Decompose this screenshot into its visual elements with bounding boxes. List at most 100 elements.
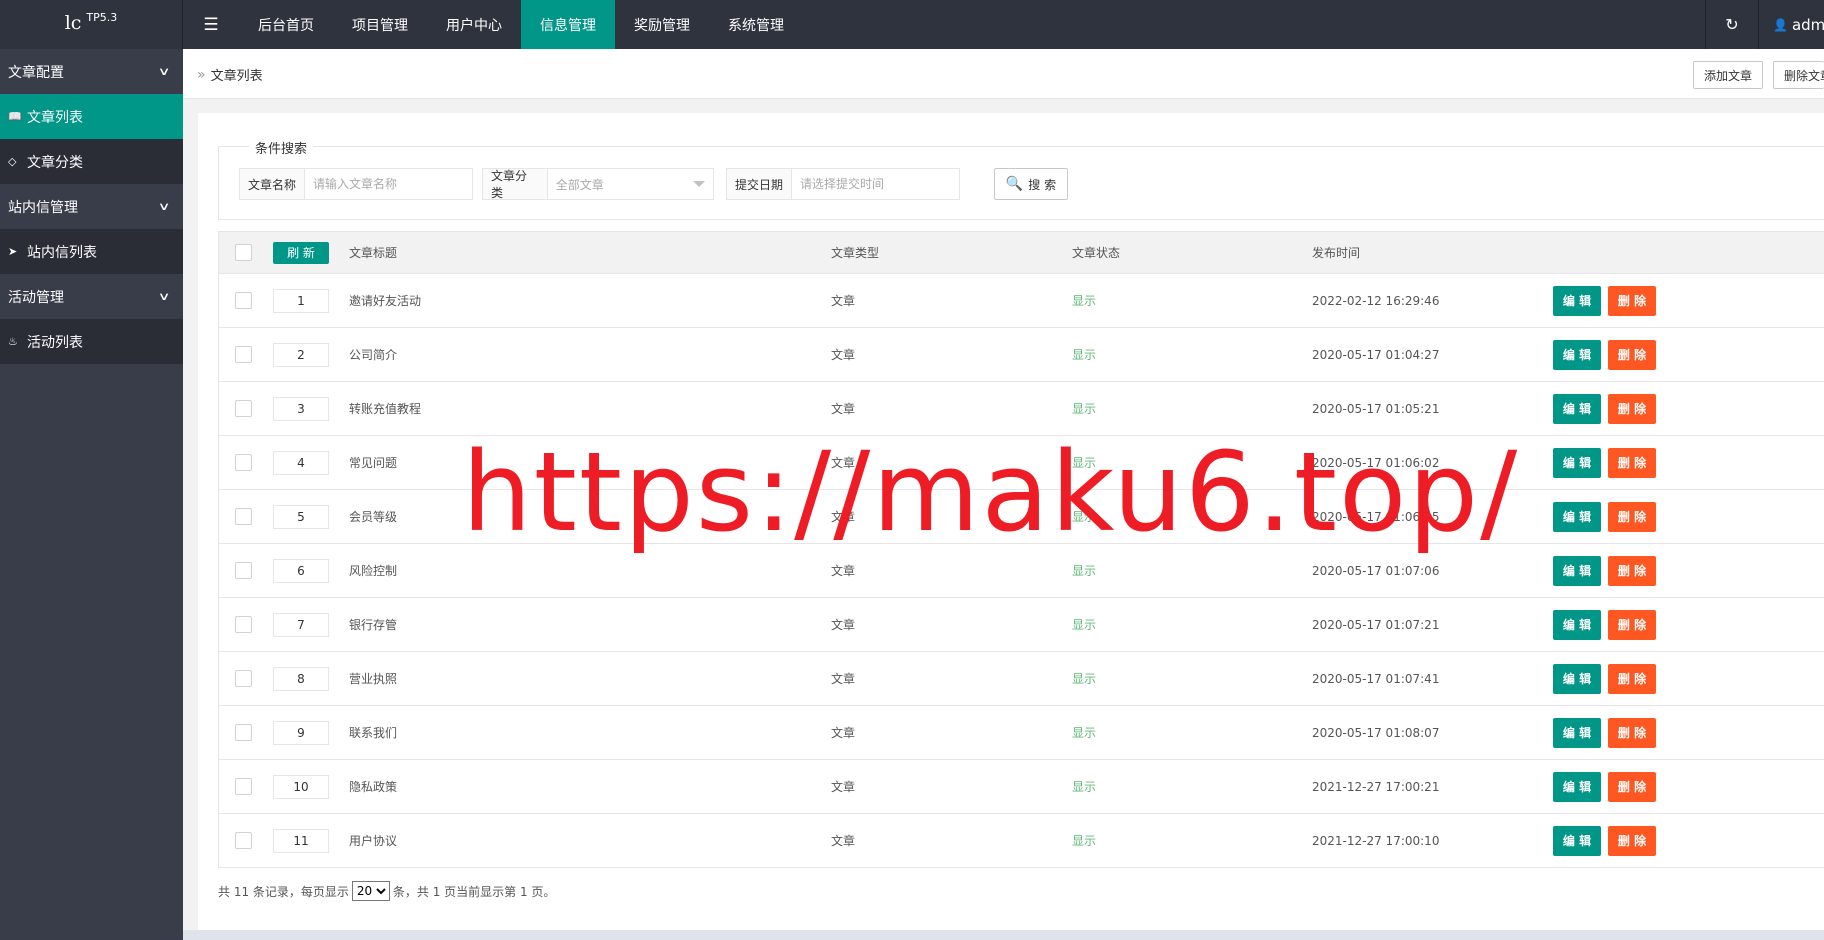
search-legend: 条件搜索 xyxy=(249,138,314,157)
delete-button[interactable]: 删 除 xyxy=(1608,285,1656,316)
edit-button[interactable]: 编 辑 xyxy=(1553,663,1601,694)
sort-order-input[interactable]: 8 xyxy=(273,666,329,691)
tag-icon: ◇ xyxy=(8,155,17,168)
delete-button[interactable]: 删 除 xyxy=(1608,555,1656,586)
nav-item-info[interactable]: 信息管理 xyxy=(521,0,615,49)
add-article-button[interactable]: 添加文章 xyxy=(1693,61,1763,89)
row-checkbox[interactable] xyxy=(235,670,252,687)
table-row: 3 转账充值教程 文章 显示 2020-05-17 01:05:21 编 辑删 除 xyxy=(219,382,1824,436)
row-checkbox[interactable] xyxy=(235,292,252,309)
edit-button[interactable]: 编 辑 xyxy=(1553,717,1601,748)
user-menu[interactable]: 👤 admin xyxy=(1758,0,1824,49)
sort-order-input[interactable]: 6 xyxy=(273,558,329,583)
top-right-tools: ↻ 👤 admin xyxy=(1705,0,1824,49)
sort-order-input[interactable]: 1 xyxy=(273,288,329,313)
submit-date-input[interactable] xyxy=(792,169,959,199)
row-checkbox[interactable] xyxy=(235,508,252,525)
row-checkbox[interactable] xyxy=(235,346,252,363)
sort-order-input[interactable]: 7 xyxy=(273,612,329,637)
publish-time: 2020-05-17 01:08:07 xyxy=(1312,725,1440,740)
article-type: 文章 xyxy=(831,726,856,740)
sidebar-item-article-list[interactable]: 📖 文章列表 xyxy=(0,94,183,139)
submit-date-label: 提交日期 xyxy=(727,169,793,199)
sort-order-input[interactable]: 9 xyxy=(273,720,329,745)
row-checkbox[interactable] xyxy=(235,616,252,633)
publish-time: 2021-12-27 17:00:21 xyxy=(1312,779,1440,794)
pagination: 共 11 条记录，每页显示 20 条，共 1 页当前显示第 1 页。 xyxy=(218,881,555,901)
edit-button[interactable]: 编 辑 xyxy=(1553,501,1601,532)
delete-button[interactable]: 删 除 xyxy=(1608,393,1656,424)
article-status: 显示 xyxy=(1072,294,1097,308)
sidebar-item-activity-list[interactable]: ♨ 活动列表 xyxy=(0,319,183,364)
article-status: 显示 xyxy=(1072,348,1097,362)
nav-item-rewards[interactable]: 奖励管理 xyxy=(615,0,709,49)
edit-button[interactable]: 编 辑 xyxy=(1553,447,1601,478)
row-checkbox[interactable] xyxy=(235,778,252,795)
article-status: 显示 xyxy=(1072,618,1097,632)
search-button-label: 搜 索 xyxy=(1028,177,1057,192)
edit-button[interactable]: 编 辑 xyxy=(1553,285,1601,316)
delete-button[interactable]: 删 除 xyxy=(1608,663,1656,694)
delete-button[interactable]: 删 除 xyxy=(1608,501,1656,532)
fire-icon: ♨ xyxy=(8,335,18,348)
edit-button[interactable]: 编 辑 xyxy=(1553,555,1601,586)
sidebar-group-messages[interactable]: 站内信管理 ∨ xyxy=(0,184,183,229)
sort-order-input[interactable]: 2 xyxy=(273,342,329,367)
nav-item-system[interactable]: 系统管理 xyxy=(709,0,803,49)
article-name-input[interactable] xyxy=(305,169,472,199)
article-status: 显示 xyxy=(1072,510,1097,524)
sort-order-input[interactable]: 11 xyxy=(273,828,329,853)
nav-item-home[interactable]: 后台首页 xyxy=(239,0,333,49)
sidebar-group-article-config[interactable]: 文章配置 ∨ xyxy=(0,49,183,94)
sidebar-group-label: 活动管理 xyxy=(8,289,64,306)
caret-down-icon xyxy=(693,181,705,187)
page-size-select[interactable]: 20 xyxy=(351,881,390,901)
table-row: 9 联系我们 文章 显示 2020-05-17 01:08:07 编 辑删 除 xyxy=(219,706,1824,760)
user-name: admin xyxy=(1791,15,1824,34)
row-checkbox[interactable] xyxy=(235,400,252,417)
edit-button[interactable]: 编 辑 xyxy=(1553,825,1601,856)
delete-articles-button[interactable]: 删除文章 xyxy=(1773,61,1824,89)
refresh-icon[interactable]: ↻ xyxy=(1705,0,1758,49)
sort-order-input[interactable]: 3 xyxy=(273,396,329,421)
sort-order-input[interactable]: 5 xyxy=(273,504,329,529)
row-checkbox[interactable] xyxy=(235,832,252,849)
article-title: 银行存管 xyxy=(349,618,398,632)
sort-order-input[interactable]: 10 xyxy=(273,774,329,799)
sort-order-input[interactable]: 4 xyxy=(273,450,329,475)
article-status: 显示 xyxy=(1072,780,1097,794)
article-type: 文章 xyxy=(831,780,856,794)
publish-time: 2020-05-17 01:06:45 xyxy=(1312,509,1440,524)
edit-button[interactable]: 编 辑 xyxy=(1553,609,1601,640)
row-checkbox[interactable] xyxy=(235,724,252,741)
sidebar-group-activities[interactable]: 活动管理 ∨ xyxy=(0,274,183,319)
logo[interactable]: lc TP5.3 xyxy=(0,0,183,49)
delete-button[interactable]: 删 除 xyxy=(1608,717,1656,748)
sidebar-item-article-category[interactable]: ◇ 文章分类 xyxy=(0,139,183,184)
article-title: 邀请好友活动 xyxy=(349,294,422,308)
logo-text: lc xyxy=(64,12,82,34)
publish-time: 2020-05-17 01:05:21 xyxy=(1312,401,1440,416)
article-category-select[interactable]: 全部文章 xyxy=(548,169,713,199)
table-row: 6 风险控制 文章 显示 2020-05-17 01:07:06 编 辑删 除 xyxy=(219,544,1824,598)
edit-button[interactable]: 编 辑 xyxy=(1553,771,1601,802)
hamburger-icon[interactable]: ☰ xyxy=(183,0,239,49)
row-checkbox[interactable] xyxy=(235,562,252,579)
refresh-button[interactable]: 刷 新 xyxy=(273,241,329,264)
search-button[interactable]: 🔍 搜 索 xyxy=(994,168,1068,200)
nav-item-projects[interactable]: 项目管理 xyxy=(333,0,427,49)
delete-button[interactable]: 删 除 xyxy=(1608,609,1656,640)
delete-button[interactable]: 删 除 xyxy=(1608,339,1656,370)
nav-item-users[interactable]: 用户中心 xyxy=(427,0,521,49)
sidebar-group-label: 站内信管理 xyxy=(8,199,78,216)
row-checkbox[interactable] xyxy=(235,454,252,471)
sidebar-item-message-list[interactable]: ➤ 站内信列表 xyxy=(0,229,183,274)
delete-button[interactable]: 删 除 xyxy=(1608,771,1656,802)
delete-button[interactable]: 删 除 xyxy=(1608,447,1656,478)
edit-button[interactable]: 编 辑 xyxy=(1553,339,1601,370)
edit-button[interactable]: 编 辑 xyxy=(1553,393,1601,424)
article-title: 风险控制 xyxy=(349,564,398,578)
article-type: 文章 xyxy=(831,672,856,686)
select-all-checkbox[interactable] xyxy=(235,244,252,261)
delete-button[interactable]: 删 除 xyxy=(1608,825,1656,856)
